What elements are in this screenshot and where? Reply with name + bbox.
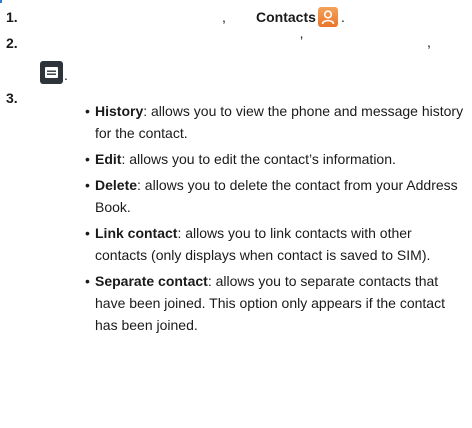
option-term-history: History [95,103,144,119]
menu-key-icon [40,61,63,84]
step-1-period: . [341,9,345,25]
bullet: • [85,103,90,119]
option-desc-delete: : allows you to delete the contact from … [95,177,458,215]
option-term-separate-contact: Separate contact [95,273,208,289]
bullet: • [85,273,90,289]
list-item: • Edit: allows you to edit the contact’s… [85,148,465,170]
option-term-link-contact: Link contact [95,225,178,241]
step-2-apostrophe: ’ [300,33,304,49]
list-item: • Link contact: allows you to link conta… [85,222,465,266]
list-item: • History: allows you to view the phone … [85,100,465,144]
list-item: • Delete: allows you to delete the conta… [85,174,465,218]
bullet: • [85,225,90,241]
step-3-number: 3. [6,90,18,106]
step-2-number: 2. [6,35,18,51]
step-1-comma: , [222,9,226,25]
corner-mark [0,0,2,3]
step-1-contacts-label: Contacts [256,9,316,25]
option-term-delete: Delete [95,177,138,193]
step-1-number: 1. [6,9,18,25]
step-2-comma: , [427,34,431,50]
step-2-period: . [64,67,68,83]
contacts-icon [318,7,338,27]
list-item: • Separate contact: allows you to separa… [85,270,465,336]
option-term-edit: Edit [95,151,122,167]
bullet: • [85,177,90,193]
bullet: • [85,151,90,167]
menu-options-list: • History: allows you to view the phone … [85,100,465,340]
option-desc-history: : allows you to view the phone and messa… [95,103,464,141]
option-desc-edit: : allows you to edit the contact’s infor… [121,151,396,167]
